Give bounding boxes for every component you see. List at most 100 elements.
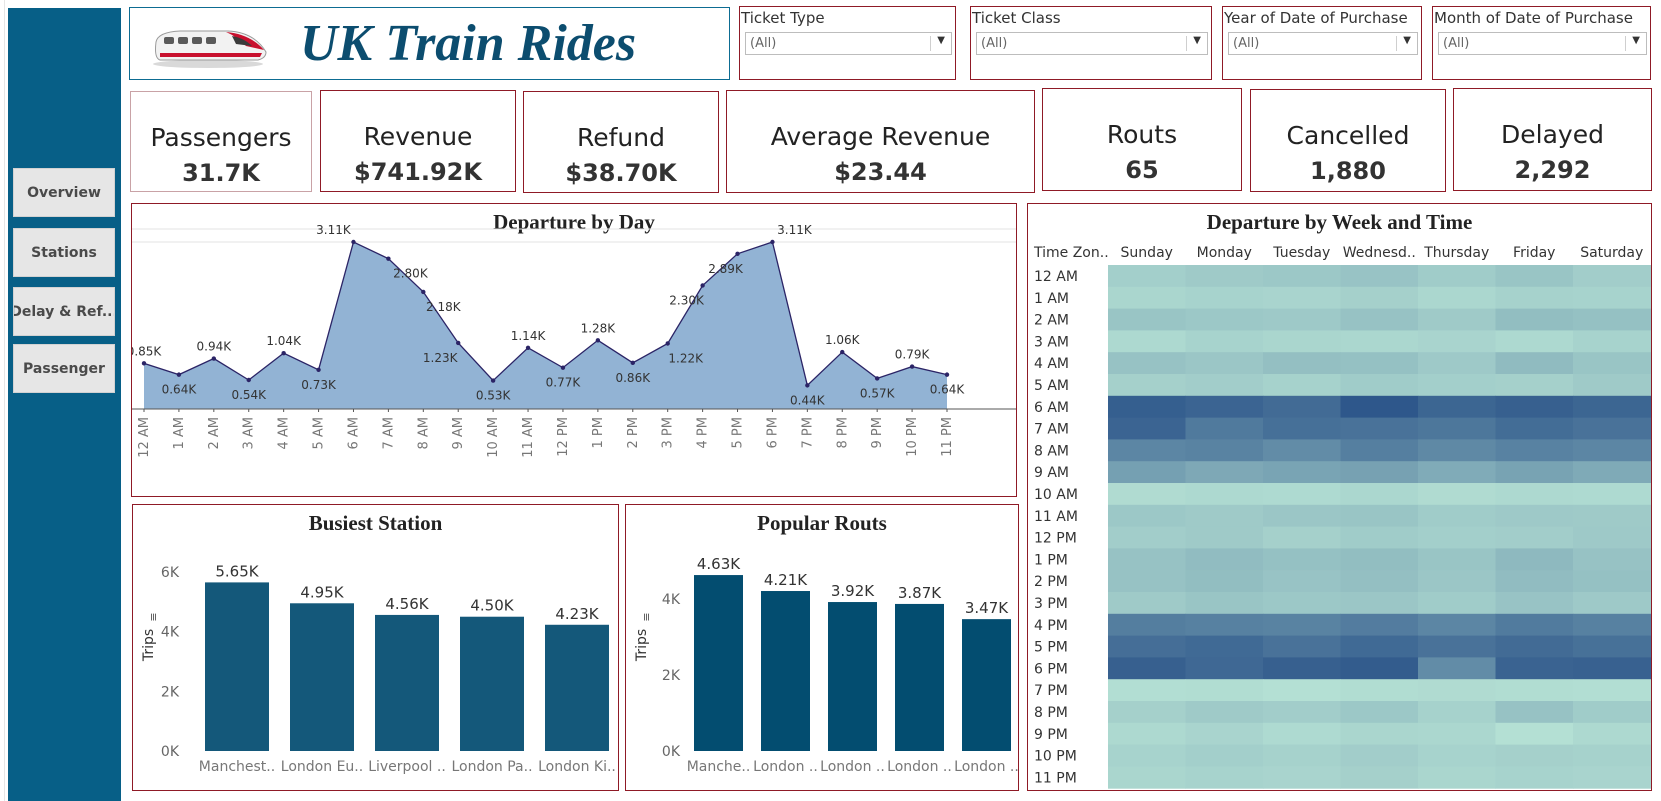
heatmap-cell	[1573, 526, 1651, 549]
data-point	[909, 364, 915, 369]
heatmap-cell	[1185, 722, 1264, 746]
heatmap-row-label: 9 PM	[1034, 727, 1068, 743]
bar	[828, 602, 877, 751]
nav-stations-button[interactable]: Stations	[13, 228, 115, 277]
nav-passenger-button[interactable]: Passenger	[13, 344, 115, 393]
x-category-label: London ..	[753, 759, 818, 775]
popular-routs-panel: Popular Routs 0K 2K 4K Trips ≡ 4.63K Manche.. 4…	[625, 504, 1019, 791]
data-point	[246, 377, 251, 383]
kpi-label: Average Revenue	[770, 122, 991, 151]
heatmap-cell	[1340, 657, 1419, 680]
heatmap-cell	[1573, 613, 1651, 637]
data-label: 1.28K	[581, 321, 617, 335]
heatmap-cell	[1418, 352, 1496, 375]
window-edge	[0, 0, 5, 801]
nav-delay-refund-button[interactable]: Delay & Ref...	[13, 287, 115, 336]
chevron-down-icon: ▼	[937, 35, 945, 46]
heatmap-cell	[1495, 395, 1574, 419]
heatmap-cell	[1418, 308, 1496, 331]
data-label: 1.04K	[266, 334, 302, 348]
dropdown-separator	[1396, 36, 1397, 51]
data-label: 0.53K	[476, 389, 512, 403]
heatmap-cell	[1108, 766, 1186, 789]
heatmap-row-label: 8 AM	[1034, 443, 1069, 459]
heatmap-cell	[1185, 374, 1264, 397]
heatmap-cell	[1495, 548, 1574, 571]
heatmap-cell	[1495, 352, 1574, 375]
heatmap-cell	[1340, 701, 1419, 724]
kpi-value: 1,880	[1310, 157, 1386, 185]
x-category-label: Manchest..	[199, 759, 275, 775]
x-tick-label: 4 AM	[277, 417, 292, 450]
heatmap-cell	[1340, 461, 1419, 484]
popular-routs-chart: 0K 2K 4K Trips ≡ 4.63K Manche.. 4.21K London .. 3…	[634, 555, 1018, 775]
data-label: 3.11K	[777, 223, 813, 237]
data-point	[595, 338, 601, 343]
heatmap-cell	[1418, 744, 1496, 767]
sidebar: Overview Stations Delay & Ref... Passeng…	[8, 8, 121, 801]
heatmap-column-label: Sunday	[1121, 245, 1173, 261]
heatmap-cell	[1418, 439, 1496, 462]
bar	[460, 616, 524, 751]
heatmap-cell	[1108, 635, 1186, 658]
x-category-label: Manche..	[687, 759, 751, 775]
heatmap-cell	[1495, 308, 1574, 331]
heatmap-cell	[1340, 417, 1419, 440]
x-tick-label: 3 PM	[661, 417, 676, 448]
kpi-passengers: Passengers 31.7K	[130, 91, 312, 192]
heatmap-cell	[1340, 395, 1419, 419]
data-point	[525, 345, 531, 350]
heatmap-row-label: 10 AM	[1034, 487, 1078, 503]
data-label: 2.89K	[708, 262, 744, 276]
train-icon	[153, 30, 267, 68]
heatmap-row-label: 5 PM	[1034, 640, 1068, 656]
y-tick-label: 4K	[161, 625, 180, 641]
heatmap-cell	[1263, 526, 1341, 549]
heatmap-cell	[1340, 483, 1419, 506]
heatmap-cell	[1418, 461, 1496, 484]
dropdown-separator	[1625, 36, 1626, 51]
heatmap-row-label: 2 PM	[1034, 574, 1068, 590]
data-label: 2.30K	[669, 293, 705, 307]
busiest-station-panel: Busiest Station 0K 2K 4K 6K Trips ≡ 5.65K Manch…	[132, 504, 619, 791]
x-tick-label: 1 AM	[172, 417, 187, 450]
heatmap-cell	[1185, 679, 1264, 702]
heatmap-cell	[1185, 286, 1264, 310]
data-point	[560, 365, 566, 370]
kpi-value: 65	[1125, 156, 1159, 184]
dropdown-value: (All)	[981, 36, 1008, 51]
heatmap-cell	[1495, 526, 1574, 549]
month-of-purchase-dropdown[interactable]: (All) ▼	[1438, 32, 1647, 55]
heatmap-cell	[1340, 352, 1419, 375]
heatmap-cell	[1418, 526, 1496, 549]
kpi-routs: Routs 65	[1042, 88, 1242, 191]
data-label: 0.86K	[615, 371, 651, 385]
filter-ticket-type: Ticket Type (All) ▼	[739, 6, 956, 80]
y-tick-label: 0K	[161, 744, 180, 760]
filter-year-of-purchase: Year of Date of Purchase (All) ▼	[1222, 6, 1422, 80]
data-label: 0.85K	[132, 344, 162, 358]
data-point	[944, 372, 950, 377]
year-of-purchase-dropdown[interactable]: (All) ▼	[1228, 32, 1418, 55]
heatmap-cell	[1495, 570, 1574, 593]
heatmap-cell	[1418, 483, 1496, 506]
x-tick-label: 3 AM	[242, 417, 257, 450]
heatmap-row-label: 8 PM	[1034, 705, 1068, 721]
ticket-type-dropdown[interactable]: (All) ▼	[745, 32, 952, 55]
heatmap-column-label: Friday	[1513, 245, 1555, 261]
data-label: 1.23K	[423, 351, 459, 365]
heatmap-cell	[1495, 504, 1574, 528]
kpi-refund: Refund $38.70K	[523, 91, 719, 193]
heatmap-cell	[1418, 395, 1496, 419]
heatmap-cell	[1185, 330, 1264, 353]
data-label: 1.22K	[668, 351, 704, 365]
heatmap-cell	[1108, 679, 1186, 702]
x-tick-label: 7 AM	[381, 417, 396, 450]
heatmap-cell	[1263, 548, 1341, 571]
heatmap-cell	[1340, 744, 1419, 767]
dropdown-value: (All)	[1233, 36, 1260, 51]
ticket-class-dropdown[interactable]: (All) ▼	[976, 32, 1208, 55]
kpi-label: Refund	[577, 123, 665, 152]
nav-overview-button[interactable]: Overview	[13, 168, 115, 217]
bar	[290, 603, 354, 751]
